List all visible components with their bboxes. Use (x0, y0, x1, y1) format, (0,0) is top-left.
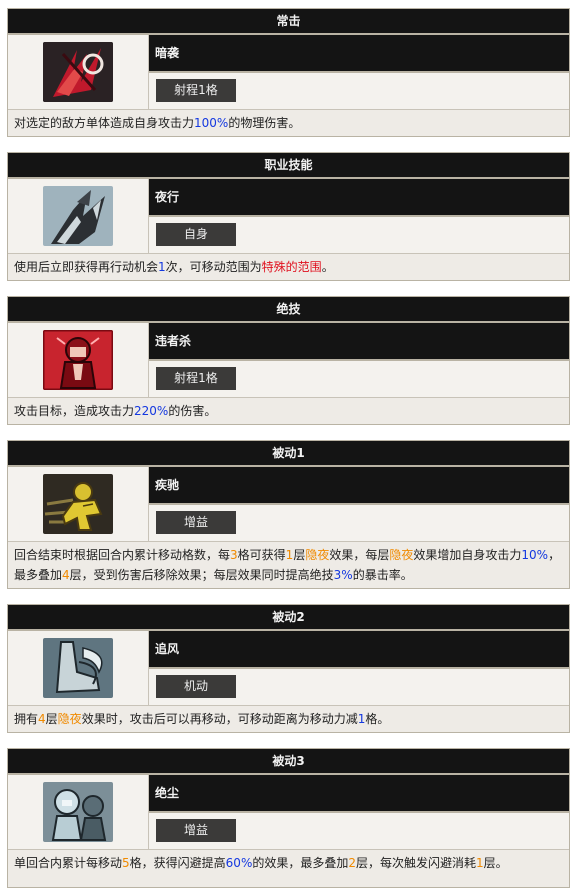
skill-name: 疾驰 (149, 467, 569, 505)
skill-name: 追风 (149, 631, 569, 669)
card-header: 被动1 (8, 441, 569, 467)
skill-description: 回合结束时根据回合内累计移动格数，每3格可获得1层隐夜效果，每层隐夜效果增加自身… (8, 541, 569, 588)
type-tag: 机动 (156, 675, 236, 698)
gold-runner-icon (43, 474, 113, 534)
card-header: 被动2 (8, 605, 569, 631)
skill-name: 违者杀 (149, 323, 569, 361)
skill-description: 攻击目标，造成攻击力220%的伤害。 (8, 397, 569, 424)
card-header: 常击 (8, 9, 569, 35)
skill-description: 对选定的敌方单体造成自身攻击力100%的物理伤害。 (8, 109, 569, 136)
skill-card-ultimate: 绝技 违者杀 射程1格 攻击目标，造成攻击力220%的伤害。 (7, 296, 570, 425)
skill-card-passive-3: 被动3 绝尘 增益 单回合内累计每移动5格，获得闪避提高60%的效果，最多叠加2… (7, 748, 570, 888)
skill-name: 绝尘 (149, 775, 569, 813)
wind-boot-icon (43, 638, 113, 698)
type-tag: 增益 (156, 819, 236, 842)
skill-card-passive-2: 被动2 追风 机动 拥有4层隐夜效果时，攻击后可以再移动，可移动距离为移动力减1… (7, 604, 570, 733)
skill-card-passive-1: 被动1 疾驰 增益 回合结束时根据回合内累计移动格数，每3格可获得1层隐夜效果，… (7, 440, 570, 589)
skill-name: 暗袭 (149, 35, 569, 73)
card-header: 绝技 (8, 297, 569, 323)
red-assassin-portrait-icon (43, 330, 113, 390)
card-header: 职业技能 (8, 153, 569, 179)
red-slash-icon (43, 42, 113, 102)
range-tag: 自身 (156, 223, 236, 246)
type-tag: 增益 (156, 511, 236, 534)
skill-name: 夜行 (149, 179, 569, 217)
skill-description: 拥有4层隐夜效果时，攻击后可以再移动，可移动距离为移动力减1格。 (8, 705, 569, 732)
range-tag: 射程1格 (156, 367, 236, 390)
range-tag: 射程1格 (156, 79, 236, 102)
skill-description: 单回合内累计每移动5格，获得闪避提高60%的效果，最多叠加2层，每次触发闪避消耗… (8, 849, 569, 876)
card-header: 被动3 (8, 749, 569, 775)
skill-description: 使用后立即获得再行动机会1次，可移动范围为特殊的范围。 (8, 253, 569, 280)
night-walk-icon (43, 186, 113, 246)
skill-card-normal-attack: 常击 暗袭 射程1格 对选定的敌方单体造成自身攻击力100%的物理伤害。 (7, 8, 570, 137)
twin-portrait-icon (43, 782, 113, 842)
skill-card-class-skill: 职业技能 夜行 自身 使用后立即获得再行动机会1次，可移动范围为特殊的范围。 (7, 152, 570, 281)
